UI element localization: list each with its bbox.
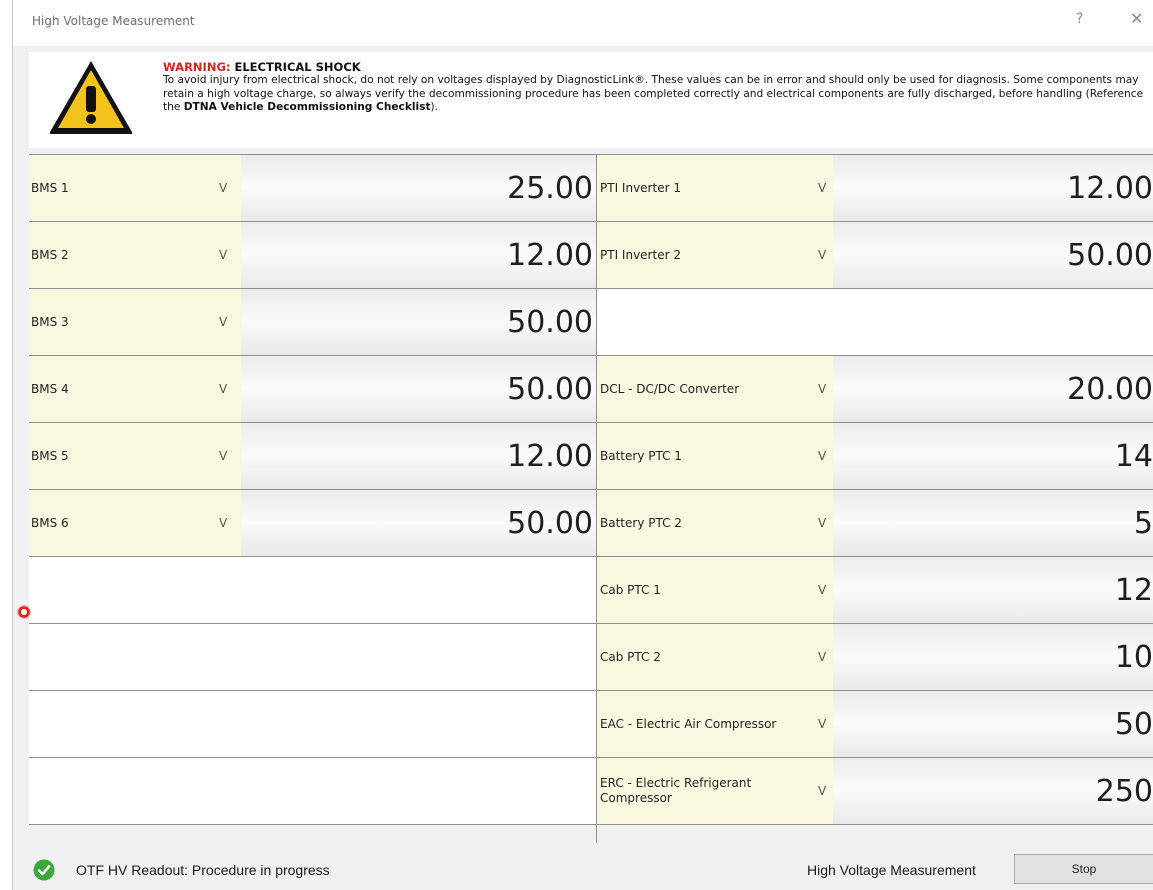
check-circle-icon bbox=[33, 859, 55, 881]
measurement-unit: V bbox=[219, 516, 228, 530]
right-measurement-column: PTI Inverter 1 V 12.00 PTI Inverter 2 V … bbox=[596, 155, 1153, 843]
empty-row bbox=[29, 691, 596, 758]
measurement-unit: V bbox=[818, 650, 827, 664]
title-bar: High Voltage Measurement ? ✕ bbox=[13, 0, 1153, 46]
measurement-unit: V bbox=[818, 382, 827, 396]
measurement-unit: V bbox=[818, 516, 827, 530]
empty-row bbox=[29, 557, 596, 624]
measurement-name: DCL - DC/DC Converter bbox=[600, 381, 740, 396]
measurement-value: 5 bbox=[1133, 505, 1153, 541]
measurement-value: 50.00 bbox=[507, 371, 593, 407]
measurement-name: Cab PTC 2 bbox=[600, 649, 661, 664]
measurement-name: PTI Inverter 1 bbox=[600, 180, 681, 195]
measurement-name: BMS 5 bbox=[31, 449, 69, 463]
measurement-name: BMS 3 bbox=[31, 315, 69, 329]
measurement-row-eac: EAC - Electric Air Compressor V 50 bbox=[597, 691, 1153, 758]
measurement-name: BMS 6 bbox=[31, 516, 69, 530]
measurement-unit: V bbox=[219, 248, 228, 262]
measurement-grid: BMS 1 V 25.00 BMS 2 V 12.00 BMS 3 V 50.0… bbox=[29, 154, 1153, 843]
measurement-row-pti-inverter-1: PTI Inverter 1 V 12.00 bbox=[597, 155, 1153, 222]
warning-message: To avoid injury from electrical shock, d… bbox=[163, 74, 1144, 113]
status-bar: OTF HV Readout: Procedure in progress Hi… bbox=[29, 849, 1153, 890]
measurement-row-erc: ERC - Electric Refrigerant Compressor V … bbox=[597, 758, 1153, 825]
measurement-unit: V bbox=[818, 181, 827, 195]
measurement-row-bms5: BMS 5 V 12.00 bbox=[29, 423, 596, 490]
measurement-name: EAC - Electric Air Compressor bbox=[600, 716, 777, 731]
measurement-value: 50.00 bbox=[1067, 237, 1153, 273]
measurement-unit: V bbox=[818, 717, 827, 731]
measurement-value: 50.00 bbox=[507, 304, 593, 340]
measurement-value: 10 bbox=[1114, 639, 1153, 675]
measurement-value: 250 bbox=[1095, 773, 1153, 809]
measurement-name: Battery PTC 2 bbox=[600, 515, 682, 530]
measurement-unit: V bbox=[818, 583, 827, 597]
left-measurement-column: BMS 1 V 25.00 BMS 2 V 12.00 BMS 3 V 50.0… bbox=[29, 155, 596, 843]
window-title: High Voltage Measurement bbox=[32, 14, 195, 28]
measurement-name: BMS 2 bbox=[31, 248, 69, 262]
measurement-row-bms2: BMS 2 V 12.00 bbox=[29, 222, 596, 289]
measurement-unit: V bbox=[219, 181, 228, 195]
measurement-row-battery-ptc-2: Battery PTC 2 V 5 bbox=[597, 490, 1153, 557]
measurement-unit: V bbox=[219, 382, 228, 396]
status-text: OTF HV Readout: Procedure in progress bbox=[76, 862, 330, 878]
close-button[interactable]: ✕ bbox=[1130, 9, 1143, 28]
measurement-row-bms4: BMS 4 V 50.00 bbox=[29, 356, 596, 423]
measurement-unit: V bbox=[219, 449, 228, 463]
measurement-value: 25.00 bbox=[507, 170, 593, 206]
empty-row bbox=[29, 758, 596, 825]
warning-title: WARNING: ELECTRICAL SHOCK bbox=[163, 60, 361, 74]
measurement-name: Battery PTC 1 bbox=[600, 448, 682, 463]
measurement-name: BMS 4 bbox=[31, 382, 69, 396]
warning-banner: WARNING: ELECTRICAL SHOCK To avoid injur… bbox=[29, 52, 1153, 148]
measurement-value: 12.00 bbox=[507, 237, 593, 273]
empty-row bbox=[597, 289, 1153, 356]
measurement-value: 50 bbox=[1114, 706, 1153, 742]
measurement-row-dcl: DCL - DC/DC Converter V 20.00 bbox=[597, 356, 1153, 423]
checklist-reference: DTNA Vehicle Decommissioning Checklist bbox=[183, 101, 431, 113]
help-button[interactable]: ? bbox=[1076, 11, 1083, 27]
measurement-row-pti-inverter-2: PTI Inverter 2 V 50.00 bbox=[597, 222, 1153, 289]
measurement-name: Cab PTC 1 bbox=[600, 582, 661, 597]
measurement-unit: V bbox=[818, 248, 827, 262]
measurement-name: ERC - Electric Refrigerant Compressor bbox=[600, 776, 752, 805]
measurement-row-cab-ptc-1: Cab PTC 1 V 12 bbox=[597, 557, 1153, 624]
measurement-value: 14 bbox=[1114, 438, 1153, 474]
measurement-value: 12.00 bbox=[507, 438, 593, 474]
measurement-unit: V bbox=[818, 449, 827, 463]
stop-button[interactable]: Stop bbox=[1014, 854, 1153, 884]
measurement-row-bms6: BMS 6 V 50.00 bbox=[29, 490, 596, 557]
measurement-row-bms3: BMS 3 V 50.00 bbox=[29, 289, 596, 356]
measurement-value: 20.00 bbox=[1067, 371, 1153, 407]
measurement-name: BMS 1 bbox=[31, 181, 69, 195]
measurement-value: 50.00 bbox=[507, 505, 593, 541]
measurement-unit: V bbox=[818, 784, 827, 798]
warning-text: WARNING: ELECTRICAL SHOCK To avoid injur… bbox=[163, 60, 1153, 115]
status-label: High Voltage Measurement bbox=[807, 862, 976, 878]
dialog-window: High Voltage Measurement ? ✕ WARNING: EL… bbox=[12, 0, 1153, 890]
measurement-row-cab-ptc-2: Cab PTC 2 V 10 bbox=[597, 624, 1153, 691]
warning-triangle-icon bbox=[49, 61, 133, 134]
measurement-row-bms1: BMS 1 V 25.00 bbox=[29, 155, 596, 222]
measurement-unit: V bbox=[219, 315, 228, 329]
measurement-value: 12 bbox=[1114, 572, 1153, 608]
empty-row bbox=[29, 624, 596, 691]
click-indicator-icon bbox=[17, 605, 31, 619]
measurement-row-battery-ptc-1: Battery PTC 1 V 14 bbox=[597, 423, 1153, 490]
measurement-value: 12.00 bbox=[1067, 170, 1153, 206]
measurement-name: PTI Inverter 2 bbox=[600, 247, 681, 262]
